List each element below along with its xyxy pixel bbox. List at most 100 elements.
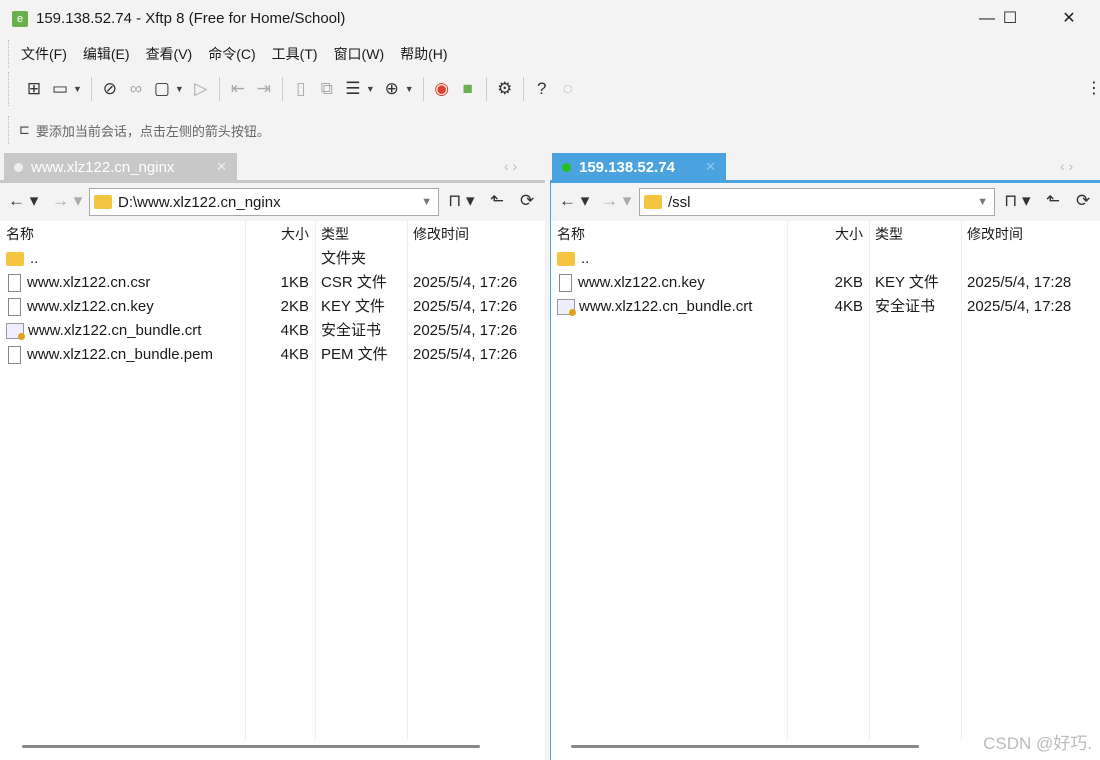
header-time[interactable]: 修改时间 [407, 221, 545, 247]
time-text: 2025/5/4, 17:26 [413, 346, 518, 363]
menu-view[interactable]: 查看(V) [138, 44, 201, 64]
chevron-down-icon[interactable]: ▼ [421, 196, 432, 208]
chevron-down-icon[interactable]: ▼ [175, 84, 184, 94]
tab-label: www.xlz122.cn_nginx [31, 158, 175, 176]
file-row[interactable]: www.xlz122.cn_bundle.crt 4KB 安全证书 2025/5/4,… [0, 319, 545, 343]
file-row[interactable]: www.xlz122.cn_bundle.pem 4KB PEM 文件 2025/5/… [0, 343, 545, 367]
file-row[interactable]: www.xlz122.cn.csr 1KB CSR 文件 2025/5/4, 17:2… [0, 271, 545, 295]
open-session-icon[interactable]: ▭ [51, 79, 69, 99]
header-type[interactable]: 类型 [315, 221, 407, 247]
back-icon[interactable]: ← ▾ [559, 191, 589, 211]
cell-size [245, 247, 315, 271]
parent-folder-icon[interactable]: ⬑ [1046, 191, 1060, 211]
folder-icon [644, 195, 662, 209]
tab-label: 159.138.52.74 [579, 158, 675, 176]
header-type[interactable]: 类型 [869, 221, 961, 247]
menu-edit[interactable]: 编辑(E) [75, 44, 138, 64]
cell-type: 文件夹 [315, 247, 407, 271]
horizontal-scrollbar[interactable] [571, 745, 919, 748]
forward-icon[interactable]: → ▾ [52, 191, 82, 211]
tab-scroll-icons[interactable]: ‹ › [504, 158, 517, 174]
chat-icon[interactable]: ◌ [559, 79, 577, 99]
session-hint: ⊏ 要添加当前会话，点击左侧的箭头按钮。 [8, 116, 270, 144]
more-icon[interactable]: ⋮ [1086, 78, 1100, 98]
cell-size: 2KB [787, 271, 869, 295]
back-icon[interactable]: ← ▾ [8, 191, 38, 211]
name-text: www.xlz122.cn_bundle.crt [28, 322, 202, 339]
cell-size: 4KB [787, 295, 869, 319]
header-name[interactable]: 名称 [0, 221, 245, 247]
chevron-down-icon[interactable]: ▼ [977, 196, 988, 208]
cell-size: 1KB [245, 271, 315, 295]
new-session-icon[interactable]: ⊞ [25, 79, 43, 99]
maximize-button[interactable]: ☐ [987, 0, 1033, 38]
status-dot [14, 162, 23, 172]
cell-size: 4KB [245, 319, 315, 343]
list-icon[interactable]: ☰ [344, 79, 362, 99]
header-size[interactable]: 大小 [787, 221, 869, 247]
path-input[interactable]: /ssl ▼ [639, 188, 995, 216]
file-row[interactable]: .. [551, 247, 1100, 271]
file-icon [8, 346, 21, 365]
type-text: 安全证书 [321, 322, 382, 339]
copy-icon[interactable]: ▯ [292, 79, 310, 99]
column-headers: 名称 大小 类型 修改时间 [0, 221, 545, 247]
globe-icon[interactable]: ⊕ [383, 79, 401, 99]
title-bar: e 159.138.52.74 - Xftp 8 (Free for Home/… [0, 0, 1100, 38]
bookmark-icon[interactable]: ⊓ ▾ [1004, 191, 1031, 211]
tab-remote[interactable]: 159.138.52.74 ✕ [552, 153, 726, 181]
name-text: www.xlz122.cn.csr [27, 274, 151, 291]
properties-icon[interactable]: ▢ [153, 79, 171, 99]
xftp-icon[interactable]: ■ [459, 79, 477, 99]
disconnect-icon[interactable]: ⊘ [101, 79, 119, 99]
bookmark-icon[interactable]: ⊓ ▾ [448, 191, 475, 211]
menu-file[interactable]: 文件(F) [13, 44, 75, 64]
menu-window[interactable]: 窗口(W) [326, 44, 393, 64]
link-icon[interactable]: ∞ [127, 79, 145, 99]
xshell-icon[interactable]: ◉ [433, 79, 451, 99]
chevron-down-icon[interactable]: ▼ [405, 84, 414, 94]
cell-time: 2025/5/4, 17:28 [961, 271, 1100, 295]
gear-icon[interactable]: ⚙ [496, 79, 514, 99]
refresh-icon[interactable]: ⟳ [1076, 191, 1090, 211]
refresh-icon[interactable]: ⟳ [520, 191, 534, 211]
size-text: 1KB [280, 274, 309, 291]
cell-type: 安全证书 [315, 319, 407, 343]
chevron-down-icon[interactable]: ▼ [366, 84, 375, 94]
file-row[interactable]: www.xlz122.cn.key 2KB KEY 文件 2025/5/4, 17:2… [551, 271, 1100, 295]
forward-icon[interactable]: → ▾ [601, 191, 631, 211]
header-time[interactable]: 修改时间 [961, 221, 1100, 247]
transfer-right-icon[interactable]: ⇥ [255, 79, 273, 99]
parent-folder-icon[interactable]: ⬑ [490, 191, 504, 211]
cell-time [407, 247, 545, 271]
chevron-down-icon[interactable]: ▼ [73, 84, 82, 94]
new-copy-icon[interactable]: ⧉ [318, 79, 336, 99]
size-text: 2KB [834, 274, 863, 291]
header-name[interactable]: 名称 [551, 221, 787, 247]
menu-help[interactable]: 帮助(H) [392, 44, 455, 64]
time-text: 2025/5/4, 17:26 [413, 298, 518, 315]
cell-type: CSR 文件 [315, 271, 407, 295]
menu-tools[interactable]: 工具(T) [264, 44, 326, 64]
cell-size: 4KB [245, 343, 315, 367]
transfer-left-icon[interactable]: ⇤ [229, 79, 247, 99]
header-size[interactable]: 大小 [245, 221, 315, 247]
file-icon [8, 298, 21, 317]
tab-scroll-icons[interactable]: ‹ › [1060, 158, 1073, 174]
file-row[interactable]: www.xlz122.cn.key 2KB KEY 文件 2025/5/4, 17:2… [0, 295, 545, 319]
add-session-icon[interactable]: ⊏ [19, 122, 30, 138]
file-row[interactable]: .. 文件夹 [0, 247, 545, 271]
cell-time: 2025/5/4, 17:26 [407, 343, 545, 367]
close-tab-icon[interactable]: ✕ [705, 159, 716, 175]
menu-command[interactable]: 命令(C) [200, 44, 263, 64]
close-tab-icon[interactable]: ✕ [216, 159, 227, 175]
help-icon[interactable]: ? [533, 79, 551, 99]
path-input[interactable]: D:\www.xlz122.cn_nginx ▼ [89, 188, 439, 216]
tab-local[interactable]: www.xlz122.cn_nginx ✕ [4, 153, 237, 181]
size-text: 4KB [280, 322, 309, 339]
close-button[interactable]: ✕ [1046, 0, 1092, 38]
play-icon[interactable]: ▷ [192, 79, 210, 99]
horizontal-scrollbar[interactable] [22, 745, 480, 748]
cell-name: www.xlz122.cn_bundle.crt [0, 319, 245, 343]
file-row[interactable]: www.xlz122.cn_bundle.crt 4KB 安全证书 2025/5/4,… [551, 295, 1100, 319]
